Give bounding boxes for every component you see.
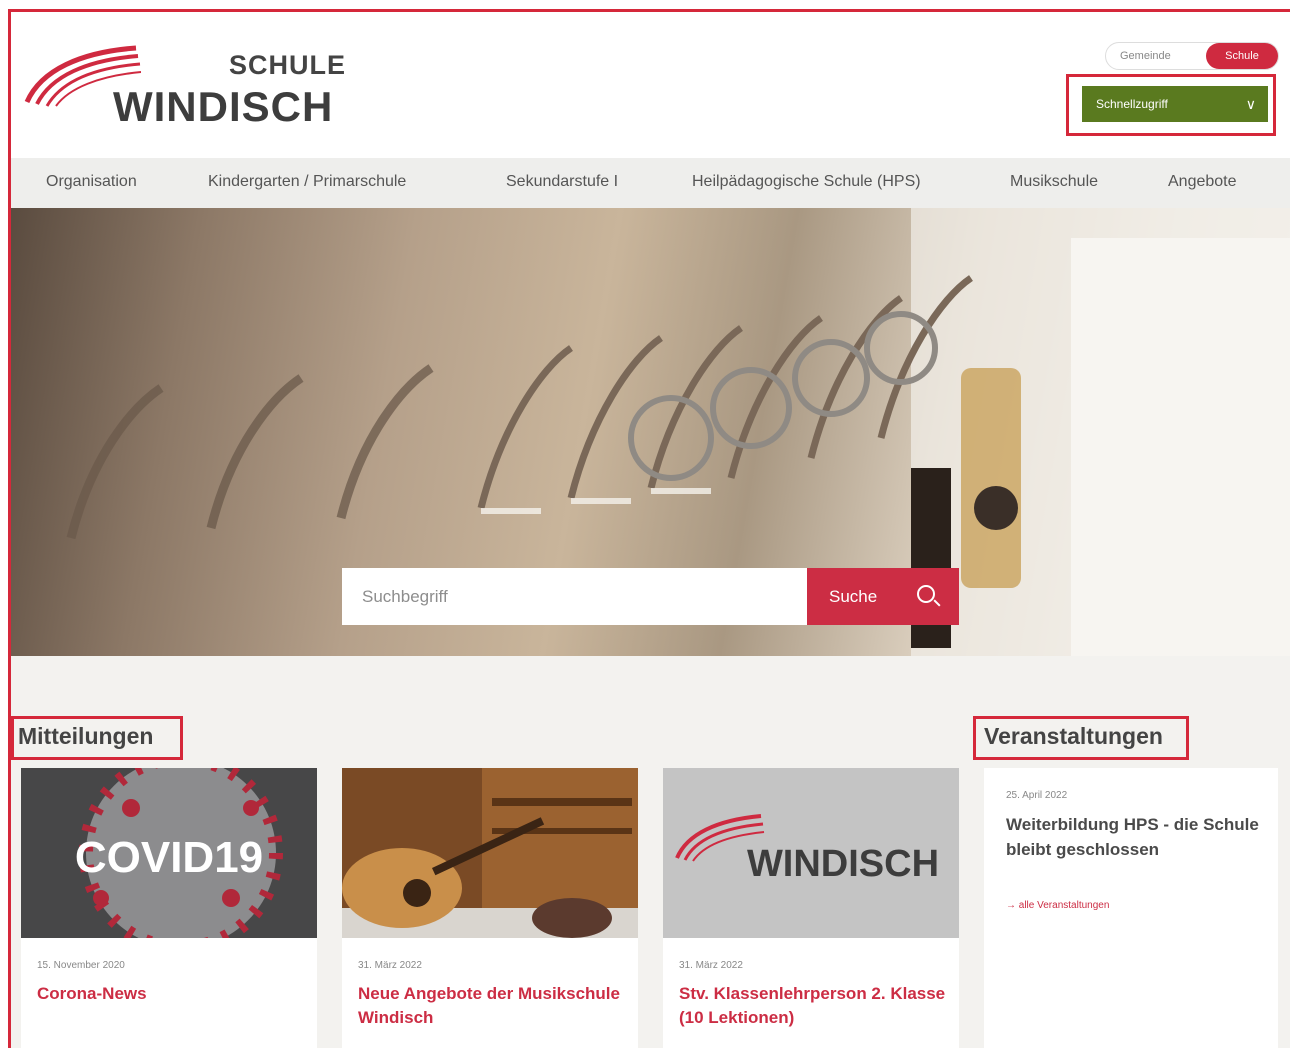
windisch-image-text: WINDISCH [747, 843, 939, 885]
main-navigation: Organisation Kindergarten / Primarschule… [11, 158, 1290, 208]
nav-item-organisation[interactable]: Organisation [46, 173, 137, 191]
news-card-date: 15. November 2020 [37, 960, 125, 971]
news-card-date: 31. März 2022 [358, 960, 422, 971]
search-input[interactable] [342, 568, 807, 625]
search-icon [917, 585, 935, 603]
logo-text-schule: SCHULE [229, 50, 347, 80]
chevron-down-icon: ∨ [1245, 96, 1256, 112]
news-card[interactable]: WINDISCH 31. März 2022 Stv. Klassenlehrp… [663, 768, 959, 1048]
news-card-date: 31. März 2022 [679, 960, 743, 971]
windisch-logo-icon: WINDISCH [663, 768, 959, 938]
nav-item-angebote[interactable]: Angebote [1168, 173, 1237, 191]
news-card[interactable]: 31. März 2022 Neue Angebote der Musiksch… [342, 768, 638, 1048]
logo-text-windisch: WINDISCH [113, 83, 334, 130]
news-card-title[interactable]: Stv. Klassenlehrperson 2. Klasse (10 Lek… [679, 982, 949, 1030]
music-instruments-image [342, 768, 638, 938]
event-title[interactable]: Weiterbildung HPS - die Schule bleibt ge… [1006, 812, 1266, 862]
toggle-schule[interactable]: Schule [1206, 43, 1278, 69]
covid-image-text: COVID19 [75, 833, 263, 882]
event-date: 25. April 2022 [1006, 790, 1068, 801]
nav-item-hps[interactable]: Heilpädagogische Schule (HPS) [692, 173, 921, 191]
covid-image: COVID19 [21, 768, 317, 938]
nav-item-kindergarten-primarschule[interactable]: Kindergarten / Primarschule [208, 173, 406, 191]
news-card[interactable]: COVID19 15. November 2020 Corona-News [21, 768, 317, 1048]
site-toggle[interactable]: Gemeinde Schule [1105, 42, 1279, 70]
quick-access-label: Schnellzugriff [1096, 97, 1168, 111]
hero-banner: Suche [11, 208, 1290, 656]
news-card-title[interactable]: Corona-News [37, 982, 307, 1006]
events-heading: Veranstaltungen [984, 723, 1163, 749]
covid-virus-icon: COVID19 [21, 768, 317, 938]
events-card: 25. April 2022 Weiterbildung HPS - die S… [984, 768, 1278, 1048]
guitar-piano-icon [342, 768, 638, 938]
news-card-title[interactable]: Neue Angebote der Musikschule Windisch [358, 982, 628, 1030]
nav-item-musikschule[interactable]: Musikschule [1010, 173, 1098, 191]
quick-access-dropdown[interactable]: Schnellzugriff ∨ [1082, 86, 1268, 122]
news-heading: Mitteilungen [18, 723, 154, 749]
toggle-gemeinde[interactable]: Gemeinde [1120, 50, 1171, 62]
search-button[interactable]: Suche [807, 568, 959, 625]
nav-item-sekundarstufe[interactable]: Sekundarstufe I [506, 173, 618, 191]
school-logo[interactable]: SCHULE WINDISCH [21, 40, 351, 140]
content-area: Mitteilungen Veranstaltungen COVID19 15.… [11, 656, 1290, 1048]
search-button-label: Suche [829, 586, 878, 606]
all-events-link[interactable]: → alle Veranstaltungen [1006, 900, 1109, 911]
windisch-logo-image: WINDISCH [663, 768, 959, 938]
search-bar: Suche [342, 568, 959, 625]
